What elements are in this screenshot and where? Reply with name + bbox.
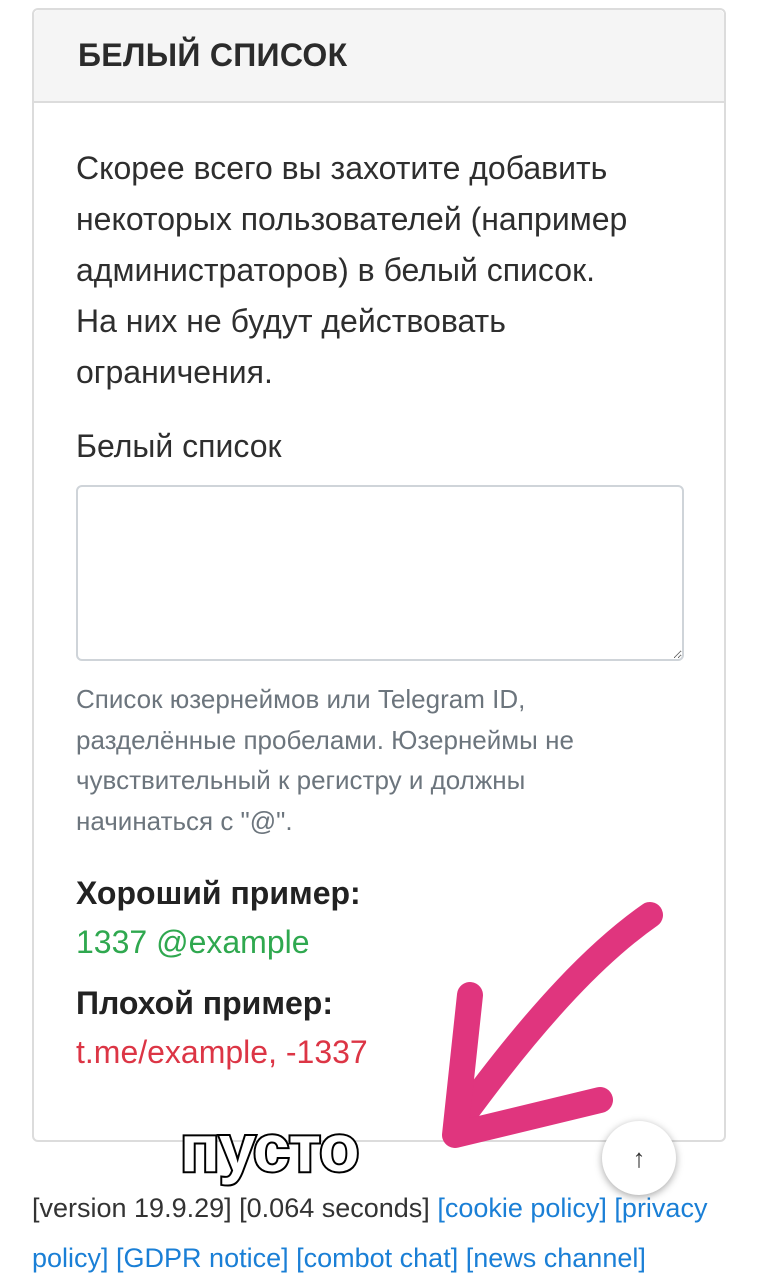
help-line: чувствительный к регистру и должны	[76, 765, 526, 795]
card-body: Скорее всего вы захотите добавить некото…	[34, 103, 724, 1071]
intro-line: Скорее всего вы захотите добавить	[76, 150, 608, 186]
bad-example-label: Плохой пример:	[76, 985, 333, 1021]
intro-line: администраторов) в белый список.	[76, 252, 595, 288]
timing-text: [0.064 seconds]	[239, 1193, 430, 1223]
whitelist-field-label: Белый список	[76, 428, 282, 464]
help-line: разделённые пробелами. Юзернеймы не	[76, 724, 574, 755]
arrow-up-icon: ↑	[632, 1142, 646, 1173]
whitelist-card: БЕЛЫЙ СПИСОК Скорее всего вы захотите до…	[32, 8, 726, 1142]
whitelist-textarea[interactable]	[76, 485, 684, 661]
news-channel-link[interactable]: [news channel]	[466, 1243, 646, 1273]
help-line: начинаться с "@".	[76, 805, 293, 836]
privacy-policy-link-part: [privacy	[614, 1193, 708, 1223]
annotation-sticker-text: пусто	[178, 1109, 361, 1187]
bad-example-value: t.me/example, -1337	[76, 1034, 368, 1070]
good-example-value: 1337 @example	[76, 924, 310, 960]
intro-line: На них не будут действовать	[76, 303, 506, 339]
cookie-policy-link[interactable]: [cookie policy]	[437, 1193, 607, 1223]
card-header: БЕЛЫЙ СПИСОК	[34, 10, 724, 103]
intro-line: некоторых пользователей (например	[76, 201, 628, 237]
privacy-policy-link-part: policy]	[32, 1243, 109, 1273]
version-text: [version 19.9.29]	[32, 1193, 232, 1223]
scroll-to-top-button[interactable]: ↑	[602, 1121, 676, 1195]
gdpr-notice-link[interactable]: [GDPR notice]	[116, 1243, 289, 1273]
help-line: Список юзернеймов или Telegram ID,	[76, 684, 526, 714]
intro-text: Скорее всего вы захотите добавить некото…	[76, 143, 682, 398]
page: БЕЛЫЙ СПИСОК Скорее всего вы захотите до…	[0, 0, 761, 1280]
card-title: БЕЛЫЙ СПИСОК	[78, 37, 348, 73]
intro-line: ограничения.	[76, 354, 273, 390]
page-footer: [version 19.9.29] [0.064 seconds] [cooki…	[32, 1183, 732, 1280]
good-example-label: Хороший пример:	[76, 875, 361, 911]
whitelist-help-text: Список юзернеймов или Telegram ID, разде…	[76, 679, 682, 841]
combot-chat-link[interactable]: [combot chat]	[296, 1243, 458, 1273]
